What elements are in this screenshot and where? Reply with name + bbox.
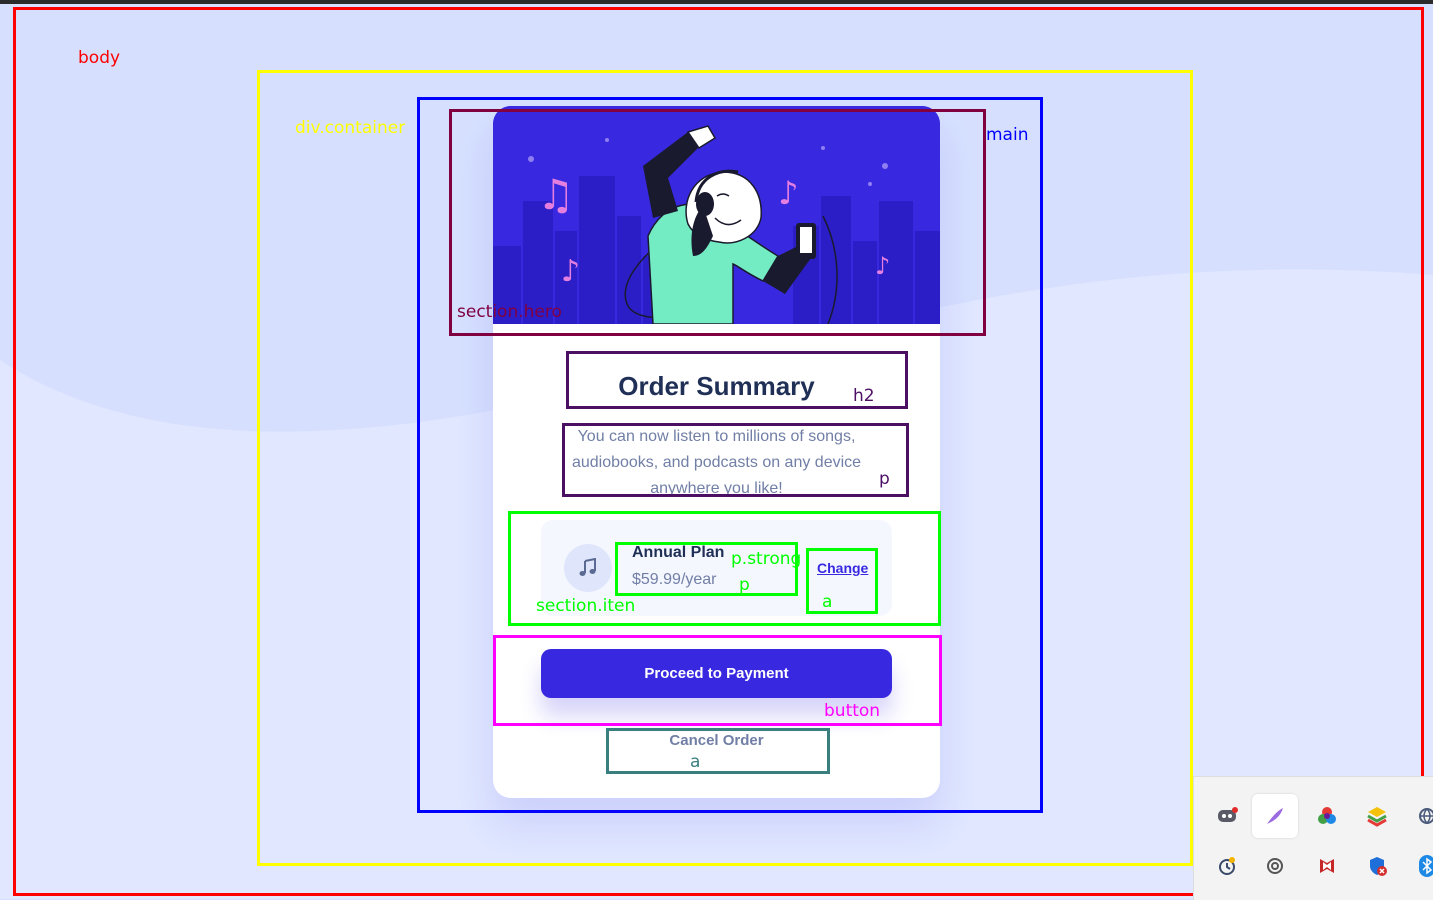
bluestacks-icon[interactable] — [1354, 794, 1400, 838]
color-wheel-icon[interactable] — [1304, 794, 1350, 838]
p-outline — [562, 423, 909, 497]
a-cancel-outline — [606, 728, 830, 774]
a-change-outline-label: a — [822, 592, 833, 612]
mcafee-icon[interactable] — [1304, 844, 1350, 888]
feather-icon[interactable] — [1252, 794, 1298, 838]
button-outline-label: button — [824, 701, 881, 721]
p-strong-outline-label: p.strong — [731, 549, 802, 569]
item-outline-label: section.iten — [536, 596, 636, 616]
discord-icon[interactable] — [1204, 794, 1250, 838]
a-cancel-outline-label: a — [690, 752, 701, 772]
sync-icon[interactable] — [1252, 844, 1298, 888]
clock-icon[interactable] — [1204, 844, 1250, 888]
system-tray-overflow — [1193, 776, 1433, 900]
globe-icon[interactable] — [1404, 794, 1433, 838]
body-outline-label: body — [78, 48, 121, 68]
container-outline-label: div.container — [295, 118, 406, 138]
h2-outline-label: h2 — [853, 386, 875, 406]
main-outline-label: main — [986, 125, 1029, 145]
p-price-outline-label: p — [739, 575, 750, 595]
hero-outline-label: section.hero — [457, 302, 562, 322]
p-outline-label: p — [879, 469, 890, 489]
bluetooth-icon[interactable] — [1404, 844, 1433, 888]
defender-icon[interactable] — [1354, 844, 1400, 888]
a-change-outline — [806, 548, 878, 614]
